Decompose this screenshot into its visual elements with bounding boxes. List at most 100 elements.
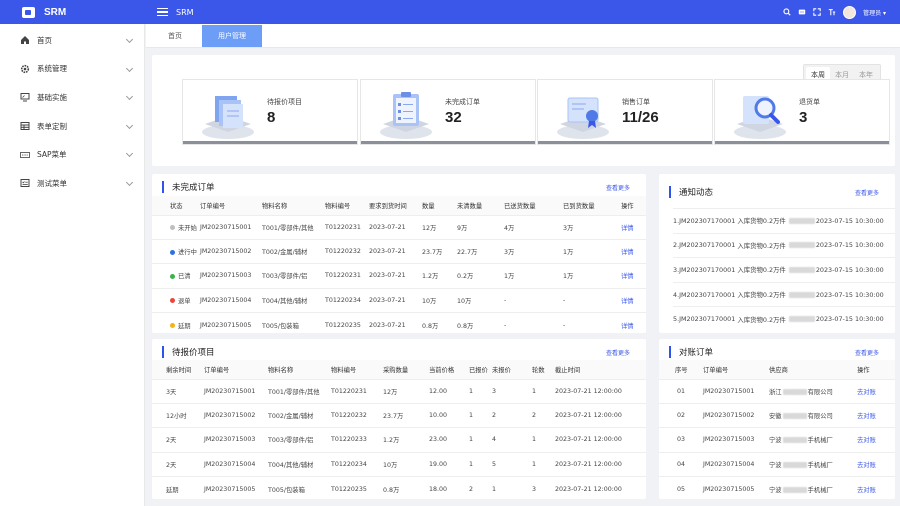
sidebar-item-0[interactable]: 首页 (0, 26, 144, 55)
reconcile-link[interactable]: 去对账 (857, 476, 895, 501)
sidebar-item-3[interactable]: 表单定制 (0, 112, 144, 141)
column-header[interactable]: 已报价 (469, 360, 492, 379)
column-header[interactable]: 数量 (422, 196, 457, 215)
table-row[interactable]: 2天 JM20230715003 T003/零部件/铝 T01220233 1.2万 23… (152, 427, 646, 453)
status-cell: 延期 (152, 312, 200, 337)
column-header: 序号 (659, 360, 703, 379)
fullscreen-icon[interactable] (813, 8, 821, 16)
notice-text: 入库货物0.2万件 (737, 217, 786, 226)
cell-supplier: 浙江 有限公司 (769, 378, 857, 404)
menu-toggle-icon[interactable] (157, 7, 168, 17)
cell-supplier: 宁波 手机械厂 (769, 427, 857, 453)
tab-home[interactable]: 首页 (148, 25, 202, 47)
message-icon[interactable] (798, 8, 806, 16)
detail-link[interactable]: 详情 (621, 287, 646, 313)
table-row[interactable]: 退单 JM20230715004 T004/其他/辅材 T01220234 2023-0… (152, 287, 646, 313)
sidebar-item-1[interactable]: 系统管理 (0, 55, 144, 84)
table-row[interactable]: 延期 JM20230715005 T005/包装箱 T01220235 0.8万 18.0… (152, 476, 646, 501)
column-header[interactable]: 未清数量 (457, 196, 504, 215)
cell-order: JM20230715001 (204, 378, 268, 404)
detail-link[interactable]: 详情 (621, 214, 646, 240)
table-row[interactable]: 05 JM20230715005 宁波 手机械厂 去对账 (659, 476, 895, 501)
list-item[interactable]: 1. JM202307170001 入库货物0.2万件 2023-07-15 10:3… (673, 208, 895, 233)
table-row[interactable]: 2天 JM20230715004 T004/其他/辅材 T01220234 10万 19.… (152, 451, 646, 477)
avatar[interactable] (843, 5, 857, 19)
reconcile-link[interactable]: 去对账 (857, 427, 895, 453)
table-row[interactable]: 01 JM20230715001 浙江 有限公司 去对账 (659, 378, 895, 404)
stat-card-unfinished-orders[interactable]: 未完成订单 32 (360, 79, 536, 145)
sidebar-item-5[interactable]: 测试菜单 (0, 169, 144, 198)
column-header[interactable]: 未报价 (492, 360, 532, 379)
column-header[interactable]: 已送货数量 (504, 196, 563, 215)
column-header[interactable]: 剩余时间 (152, 360, 204, 379)
cell-material: T005/包装箱 (268, 476, 331, 501)
view-more-link[interactable]: 查看更多 (855, 348, 879, 357)
stat-card-pending-quotes[interactable]: 待报价项目 8 (182, 79, 358, 145)
stat-value: 11/26 (622, 109, 659, 126)
detail-link[interactable]: 详情 (621, 238, 646, 264)
notice-order: JM202307170001 (679, 216, 736, 225)
column-header[interactable]: 状态 (152, 196, 200, 215)
sidebar-item-2[interactable]: 基础实施 (0, 83, 144, 112)
table-row[interactable]: 进行中 JM20230715002 T002/金属/辅材 T01220232 2023-… (152, 238, 646, 264)
table-row[interactable]: 12小时 JM20230715002 T002/金属/辅材 T01220232 23.7… (152, 402, 646, 428)
column-header-label: 剩余时间 (166, 366, 192, 374)
sidebar-item-4[interactable]: SAP菜单 (0, 140, 144, 169)
user-name[interactable]: 管理员 ▾ (863, 8, 886, 17)
view-more-link[interactable]: 查看更多 (855, 188, 879, 197)
list-item[interactable]: 4. JM202307170001 入库货物0.2万件 2023-07-15 10:3… (673, 281, 895, 307)
cell-price: 23.00 (429, 427, 469, 453)
column-header[interactable]: 要求到货时间 (369, 196, 422, 215)
list-item[interactable]: 2. JM202307170001 入库货物0.2万件 2023-07-15 10:3… (673, 232, 895, 258)
stat-card-sales-orders[interactable]: 销售订单 11/26 (537, 79, 713, 145)
cell-remain: 12小时 (152, 402, 204, 428)
cell-order: JM20230715001 (703, 378, 769, 404)
table-row[interactable]: 02 JM20230715002 安徽 有限公司 去对账 (659, 402, 895, 428)
cell-order: JM20230715002 (200, 238, 262, 264)
column-header[interactable]: 操作 (621, 196, 646, 215)
column-header[interactable]: 订单编号 (200, 196, 262, 215)
table-row[interactable]: 延期 JM20230715005 T005/包装箱 T01220235 2023-07-… (152, 312, 646, 337)
logo[interactable]: SRM (0, 6, 145, 18)
font-size-icon[interactable] (828, 8, 836, 16)
column-header[interactable]: 采购数量 (383, 360, 429, 379)
column-header[interactable]: 物料名称 (268, 360, 331, 379)
column-header[interactable]: 轮数 (532, 360, 555, 379)
column-header[interactable]: 物料编号 (325, 196, 369, 215)
list-item[interactable]: 5. JM202307170001 入库货物0.2万件 2023-07-15 10:3… (673, 306, 895, 331)
reconcile-link[interactable]: 去对账 (857, 378, 895, 404)
column-header[interactable]: 物料名称 (262, 196, 325, 215)
table-row[interactable]: 3天 JM20230715001 T001/零部件/其他 T01220231 12万 12… (152, 378, 646, 404)
section-title: 未完成订单 (162, 181, 215, 193)
table-row[interactable]: 03 JM20230715003 宁波 手机械厂 去对账 (659, 427, 895, 453)
reconcile-link[interactable]: 去对账 (857, 402, 895, 428)
sidebar-item-label: 基础实施 (37, 92, 67, 102)
top-bar: SRM SRM 管理员 ▾ (0, 0, 900, 24)
view-more-link[interactable]: 查看更多 (606, 183, 630, 192)
column-header[interactable]: 已到货数量 (563, 196, 621, 215)
table-row[interactable]: 04 JM20230715004 宁波 手机械厂 去对账 (659, 451, 895, 477)
stat-card-returns[interactable]: 退货单 3 (714, 79, 890, 145)
tab-user-management[interactable]: 用户管理 (202, 25, 262, 47)
cell-arrived: - (563, 287, 621, 313)
cell-qty: 1.2万 (383, 427, 429, 453)
cell-code: T01220231 (331, 378, 383, 404)
cell-order: JM20230715003 (200, 263, 262, 289)
cell-no: 05 (659, 476, 703, 501)
search-icon[interactable] (783, 8, 791, 16)
table-row[interactable]: 未开始 JM20230715001 T001/零部件/其他 T01220231 2023… (152, 214, 646, 240)
reconcile-link[interactable]: 去对账 (857, 451, 895, 477)
cell-open: 0.8万 (457, 312, 504, 337)
detail-link[interactable]: 详情 (621, 263, 646, 289)
table-row[interactable]: 已清 JM20230715003 T003/零部件/铝 T01220231 2023-0… (152, 263, 646, 289)
chevron-down-icon (125, 121, 134, 129)
column-header[interactable]: 订单编号 (204, 360, 268, 379)
card-underline (715, 141, 889, 144)
detail-link[interactable]: 详情 (621, 312, 646, 337)
column-header[interactable]: 截止时间 (555, 360, 646, 379)
column-header[interactable]: 当前价格 (429, 360, 469, 379)
status-label: 进行中 (178, 249, 197, 257)
view-more-link[interactable]: 查看更多 (606, 348, 630, 357)
column-header[interactable]: 物料编号 (331, 360, 383, 379)
list-item[interactable]: 3. JM202307170001 入库货物0.2万件 2023-07-15 10:3… (673, 257, 895, 282)
